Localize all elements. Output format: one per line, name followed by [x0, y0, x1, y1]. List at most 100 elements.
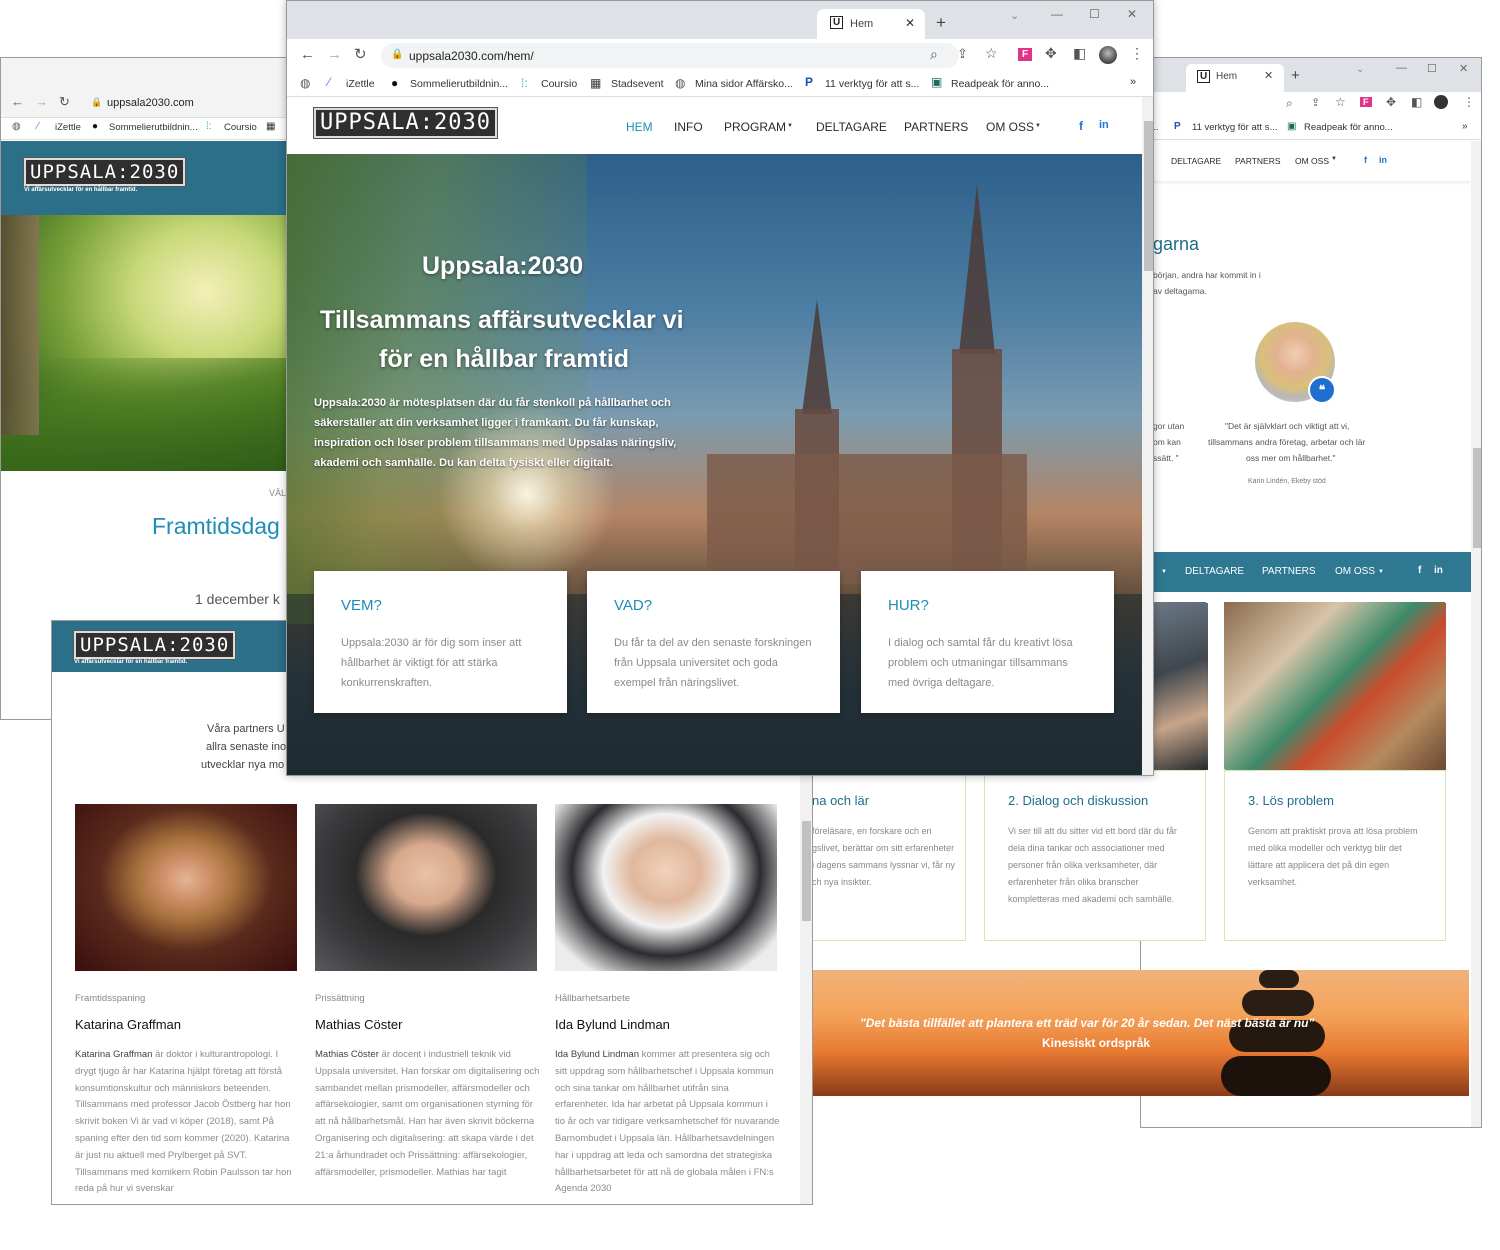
main-new-tab-icon[interactable]: +: [936, 13, 946, 33]
main-url-text[interactable]: uppsala2030.com/hem/: [409, 49, 534, 63]
maximize-icon[interactable]: ☐: [1427, 62, 1437, 75]
close-window-icon[interactable]: ✕: [1459, 62, 1468, 75]
testimonial-line-1: "Det är självklart och viktigt att vi,: [1225, 421, 1350, 431]
bookmark-readpeak[interactable]: Readpeak för anno...: [1304, 122, 1393, 133]
bookmark-izettle-icon: ⁄: [37, 121, 39, 132]
main-nav-hem[interactable]: HEM: [626, 120, 653, 134]
right-section-heading: garna: [1153, 234, 1200, 254]
sticky-nav-partners[interactable]: PARTNERS: [1262, 566, 1316, 577]
main-bookmark-izettle[interactable]: iZettle: [346, 78, 375, 90]
main-bookmark-readpeak-icon: ▣: [931, 75, 943, 89]
main-profile-avatar[interactable]: [1099, 46, 1117, 64]
sticky-linkedin-icon[interactable]: in: [1434, 565, 1443, 576]
extension-f-icon[interactable]: F: [1360, 97, 1372, 107]
menu-icon[interactable]: ⋮: [1463, 95, 1475, 109]
main-bookmark-coursio[interactable]: Coursio: [541, 78, 577, 90]
sticky-nav-om-oss[interactable]: OM OSS: [1335, 566, 1375, 577]
right-scrollbar-thumb[interactable]: [1473, 448, 1481, 548]
nav-deltagare[interactable]: DELTAGARE: [1171, 156, 1221, 166]
main-share-icon[interactable]: ⇪: [957, 46, 968, 62]
back-icon[interactable]: ←: [11, 94, 24, 109]
card-vad-text: Du får ta del av den senaste forskningen…: [614, 637, 812, 689]
bookmark-sommelier[interactable]: Sommelierutbildnin...: [109, 122, 198, 133]
hero-kicker: Uppsala:2030: [422, 252, 584, 280]
main-lock-icon: 🔒: [391, 49, 404, 60]
profile-avatar[interactable]: [1434, 95, 1448, 109]
zoom-icon[interactable]: ⌕: [1286, 96, 1293, 111]
main-nav-info[interactable]: INFO: [674, 120, 703, 134]
left-eyebrow: VÄL: [269, 488, 287, 498]
linkedin-icon[interactable]: in: [1379, 155, 1387, 165]
main-tab-title[interactable]: Hem: [850, 18, 873, 30]
card-vad-title: VAD?: [614, 597, 653, 614]
nav-dropdown-icon: ▼: [1331, 156, 1337, 162]
category-mathias: Prissättning: [315, 993, 365, 1004]
main-close-window-icon[interactable]: ✕: [1127, 7, 1137, 21]
main-nav-partners[interactable]: PARTNERS: [904, 120, 968, 134]
main-tab-close-icon[interactable]: ✕: [905, 16, 915, 30]
om-oss-dropdown-icon: ▼: [1035, 123, 1041, 129]
main-forward-icon[interactable]: →: [327, 46, 342, 63]
main-bookmark-sommelier-icon: ●: [391, 76, 399, 90]
sidebar-icon[interactable]: ◧: [1411, 95, 1422, 109]
facebook-icon[interactable]: f: [1364, 155, 1367, 165]
testimonial-author: Karin Lindén, Ekeby stöd: [1248, 478, 1326, 485]
main-menu-icon[interactable]: ⋮: [1130, 45, 1144, 62]
main-star-icon[interactable]: ☆: [985, 45, 998, 62]
main-logo[interactable]: UPPSALA:2030: [313, 107, 498, 139]
main-bookmark-stadsevent[interactable]: Stadsevent: [611, 78, 664, 90]
main-bookmark-readpeak[interactable]: Readpeak för anno...: [951, 78, 1049, 90]
nav-partners[interactable]: PARTNERS: [1235, 156, 1281, 166]
main-linkedin-icon[interactable]: in: [1099, 119, 1109, 131]
tab-title[interactable]: Hem: [1216, 71, 1237, 82]
star-icon[interactable]: ☆: [1335, 95, 1346, 109]
main-minimize-icon[interactable]: —: [1051, 7, 1063, 21]
photo-mathias: [315, 804, 537, 971]
main-reload-icon[interactable]: ↻: [354, 45, 367, 63]
bookmark-coursio[interactable]: Coursio: [224, 122, 257, 133]
minimize-icon[interactable]: —: [1396, 62, 1407, 74]
puzzle-icon[interactable]: ✥: [1386, 95, 1396, 109]
main-tab-strip: [287, 1, 1153, 39]
left-heading: Framtidsdag: [152, 513, 280, 539]
card-vem-title: VEM?: [341, 597, 382, 614]
tab-search-icon[interactable]: ⌄: [1356, 64, 1364, 75]
main-facebook-icon[interactable]: f: [1079, 119, 1083, 133]
main-scrollbar-thumb[interactable]: [1144, 121, 1153, 271]
main-extension-f-icon[interactable]: F: [1018, 48, 1033, 61]
main-bookmark-sommelier[interactable]: Sommelierutbildnin...: [410, 78, 508, 90]
sticky-nav-dropdown-icon: ▼: [1161, 569, 1167, 575]
left-logo[interactable]: UPPSALA:2030: [22, 157, 187, 187]
main-bookmark-minasidor-icon: ◍: [675, 76, 686, 90]
step-2-title: 2. Dialog och diskussion: [1008, 793, 1149, 808]
reload-icon[interactable]: ↻: [59, 94, 70, 110]
bookmark-izettle[interactable]: iZettle: [55, 122, 81, 133]
main-maximize-icon[interactable]: ☐: [1089, 7, 1100, 21]
bottom-scrollbar-thumb[interactable]: [802, 821, 811, 921]
new-tab-icon[interactable]: +: [1291, 67, 1300, 84]
step-3-text: Genom att praktiskt prova att lösa probl…: [1248, 826, 1418, 887]
main-nav-om-oss[interactable]: OM OSS: [986, 120, 1034, 134]
nav-om-oss[interactable]: OM OSS: [1295, 156, 1329, 166]
share-icon[interactable]: ⇪: [1311, 96, 1320, 109]
hero-text: Uppsala:2030 är mötesplatsen där du får …: [314, 397, 677, 469]
main-bookmark-verktyg[interactable]: 11 verktyg för att s...: [825, 78, 919, 90]
main-back-icon[interactable]: ←: [300, 46, 315, 63]
sticky-nav-deltagare[interactable]: DELTAGARE: [1185, 566, 1244, 577]
sticky-facebook-icon[interactable]: f: [1418, 565, 1421, 576]
url-text[interactable]: uppsala2030.com: [107, 97, 194, 109]
forward-icon[interactable]: →: [35, 94, 48, 109]
bottom-logo[interactable]: UPPSALA:2030: [72, 630, 237, 660]
step-3-title: 3. Lös problem: [1248, 793, 1334, 808]
main-nav-program[interactable]: PROGRAM: [724, 120, 786, 134]
main-bookmarks-more-icon[interactable]: »: [1130, 76, 1136, 88]
main-tab-search-icon[interactable]: ⌄: [1010, 9, 1019, 22]
bookmarks-more-icon[interactable]: »: [1462, 121, 1468, 132]
main-bookmark-minasidor[interactable]: Mina sidor Affärsko...: [695, 78, 793, 90]
main-zoom-icon[interactable]: ⌕: [930, 46, 938, 63]
main-puzzle-icon[interactable]: ✥: [1045, 45, 1057, 62]
bookmark-verktyg[interactable]: 11 verktyg för att s...: [1192, 122, 1277, 133]
tab-close-icon[interactable]: ✕: [1264, 69, 1273, 82]
main-nav-deltagare[interactable]: DELTAGARE: [816, 120, 887, 134]
main-sidebar-icon[interactable]: ◧: [1073, 45, 1086, 62]
